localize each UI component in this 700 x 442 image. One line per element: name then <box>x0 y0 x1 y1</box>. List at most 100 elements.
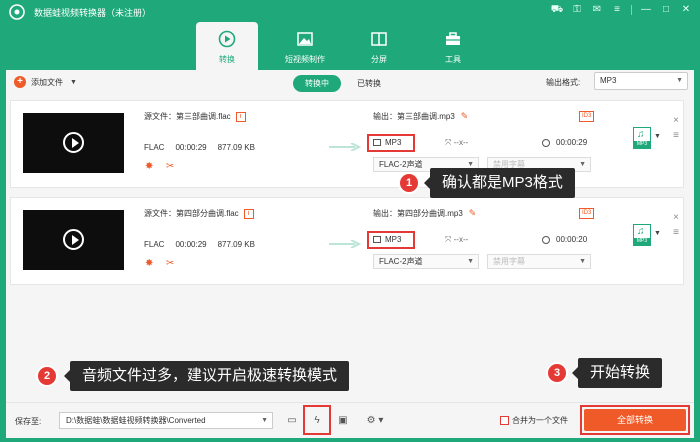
expand-icon[interactable]: ≡ <box>673 227 679 238</box>
chevron-down-icon: ▼ <box>261 417 268 424</box>
tab-convert[interactable]: 转换 <box>196 22 258 70</box>
source-duration: 00:00:29 <box>175 143 207 152</box>
resolution-value: --x-- <box>453 138 469 147</box>
add-file-label: 添加文件 <box>31 77 63 87</box>
subtitle-select[interactable]: 禁用字幕 ▼ <box>487 254 591 269</box>
mp3-icon-label: MP3 <box>634 141 650 148</box>
tab-short-video[interactable]: 短视频制作 <box>274 22 336 70</box>
source-size: 877.09 KB <box>217 240 255 249</box>
source-size: 877.09 KB <box>217 143 255 152</box>
audio-track-select[interactable]: FLAC-2声道 ▼ <box>373 254 479 269</box>
add-file-button[interactable]: + 添加文件 ▼ <box>14 76 77 88</box>
minimize-icon[interactable]: — <box>640 4 652 16</box>
callout-number: 3 <box>546 362 568 384</box>
music-note-icon: ♫ <box>637 129 645 140</box>
converted-tab[interactable]: 已转换 <box>345 75 393 92</box>
folder-icon[interactable]: ▭ <box>284 412 300 429</box>
output-file: 输出：第四部分曲调.mp3 ✎ <box>373 208 476 219</box>
callout-3: 3 开始转换 <box>546 358 663 388</box>
output-duration-value: 00:00:20 <box>556 235 588 244</box>
scissors-icon[interactable]: ✂ <box>166 258 177 269</box>
edit-icon[interactable]: ✎ <box>461 111 469 121</box>
edit-icon[interactable]: ✎ <box>469 208 477 218</box>
add-icon: + <box>14 76 26 88</box>
info-icon[interactable]: i <box>243 208 254 219</box>
audio-track-value: FLAC-2声道 <box>379 257 423 266</box>
source-format: FLAC <box>144 143 165 152</box>
menu-icon[interactable]: ≡ <box>611 4 623 16</box>
cart-icon[interactable]: ⛟ <box>551 4 564 16</box>
play-icon[interactable] <box>63 229 84 250</box>
key-icon[interactable]: ⚿ <box>571 4 583 16</box>
toolbar: + 添加文件 ▼ 转换中 已转换 输出格式: MP3 ▼ <box>6 70 694 96</box>
resolution: ⤧ --x-- <box>445 235 469 244</box>
mp3-format-icon[interactable]: ♫ MP3 <box>633 224 651 246</box>
expand-icon[interactable]: ≡ <box>673 130 679 141</box>
merge-label: 合并为一个文件 <box>512 416 568 425</box>
title-bar: 数据蛙视频转换器（未注册） ⛟ ⚿ ✉ ≡ — □ ✕ 转换 短视频制作 分屏 … <box>0 0 700 70</box>
film-icon <box>373 139 381 146</box>
effects-icon[interactable]: ✸ <box>145 258 156 269</box>
film-icon <box>373 236 381 243</box>
maximize-icon[interactable]: □ <box>660 4 672 16</box>
save-path-select[interactable]: D:\数据蛙\数据蛙视频转换器\Converted ▼ <box>59 412 273 429</box>
chevron-down-icon[interactable]: ▼ <box>654 230 661 237</box>
file-row: 源文件：第四部分曲调.flac i FLAC 00:00:29 877.09 KB… <box>10 197 684 285</box>
close-icon[interactable]: × <box>673 212 679 223</box>
output-file-name: 输出：第三部曲调.mp3 <box>373 112 455 121</box>
convert-highlight: 全部转换 <box>580 405 690 435</box>
arrow-right-icon <box>329 143 361 151</box>
bottom-bar: 保存至: D:\数据蛙\数据蛙视频转换器\Converted ▼ ▭ ϟ ▣ ⚙… <box>6 402 694 438</box>
scissors-icon[interactable]: ✂ <box>166 161 177 172</box>
settings-icon[interactable]: ⚙ ▾ <box>360 412 390 429</box>
chevron-down-icon[interactable]: ▼ <box>70 79 77 86</box>
toolbox-icon <box>446 32 460 45</box>
close-icon[interactable]: ✕ <box>680 4 692 16</box>
output-format-value: MP3 <box>600 76 617 85</box>
callout-2: 2 音频文件过多，建议开启极速转换模式 <box>36 361 350 391</box>
music-note-icon: ♫ <box>637 226 645 237</box>
row-controls: × ≡ <box>673 212 679 238</box>
chevron-down-icon[interactable]: ▼ <box>654 133 661 140</box>
video-thumbnail[interactable] <box>23 210 124 270</box>
mp3-format-icon[interactable]: ♫ MP3 <box>633 127 651 149</box>
output-file: 输出：第三部曲调.mp3 ✎ <box>373 111 468 122</box>
close-icon[interactable]: × <box>673 115 679 126</box>
save-to-label: 保存至: <box>15 417 42 426</box>
convert-icon <box>218 30 236 48</box>
output-format-label: 输出格式: <box>546 78 581 87</box>
output-duration: 00:00:29 <box>542 138 587 147</box>
tab-label: 转换 <box>219 55 235 64</box>
callout-number: 2 <box>36 365 58 387</box>
output-format-select[interactable]: MP3 ▼ <box>594 72 688 90</box>
divider <box>631 5 632 15</box>
tab-split-screen[interactable]: 分屏 <box>348 22 410 70</box>
source-file: 源文件：第四部分曲调.flac i <box>144 208 254 219</box>
gpu-accel-icon[interactable]: ▣ <box>335 412 351 429</box>
callout-text: 确认都是MP3格式 <box>424 168 575 198</box>
effects-icon[interactable]: ✸ <box>145 161 156 172</box>
image-icon <box>297 32 313 46</box>
id3-tag-icon[interactable]: ID3 <box>579 111 595 122</box>
callout-text: 音频文件过多，建议开启极速转换模式 <box>63 361 350 391</box>
speed-mode-highlight: ϟ <box>303 405 331 435</box>
video-thumbnail[interactable] <box>23 113 124 173</box>
main-nav: 转换 短视频制作 分屏 工具 <box>196 22 484 70</box>
output-file-name: 输出：第四部分曲调.mp3 <box>373 209 463 218</box>
source-meta: FLAC 00:00:29 877.09 KB <box>144 143 255 152</box>
info-icon[interactable]: i <box>235 111 246 122</box>
tab-tools[interactable]: 工具 <box>422 22 484 70</box>
clock-icon <box>542 138 550 147</box>
edit-tools: ✸ ✂ <box>145 258 177 269</box>
merge-checkbox[interactable] <box>500 416 509 425</box>
id3-tag-icon[interactable]: ID3 <box>579 208 595 219</box>
converting-tab[interactable]: 转换中 <box>293 75 341 92</box>
tab-label: 短视频制作 <box>285 55 325 64</box>
source-file: 源文件：第三部曲调.flac i <box>144 111 246 122</box>
lightning-icon[interactable]: ϟ <box>309 412 325 429</box>
play-icon[interactable] <box>63 132 84 153</box>
convert-all-button[interactable]: 全部转换 <box>584 409 686 431</box>
file-row: 源文件：第三部曲调.flac i FLAC 00:00:29 877.09 KB … <box>10 100 684 188</box>
feedback-icon[interactable]: ✉ <box>591 4 603 16</box>
merge-option[interactable]: 合并为一个文件 <box>500 415 568 426</box>
